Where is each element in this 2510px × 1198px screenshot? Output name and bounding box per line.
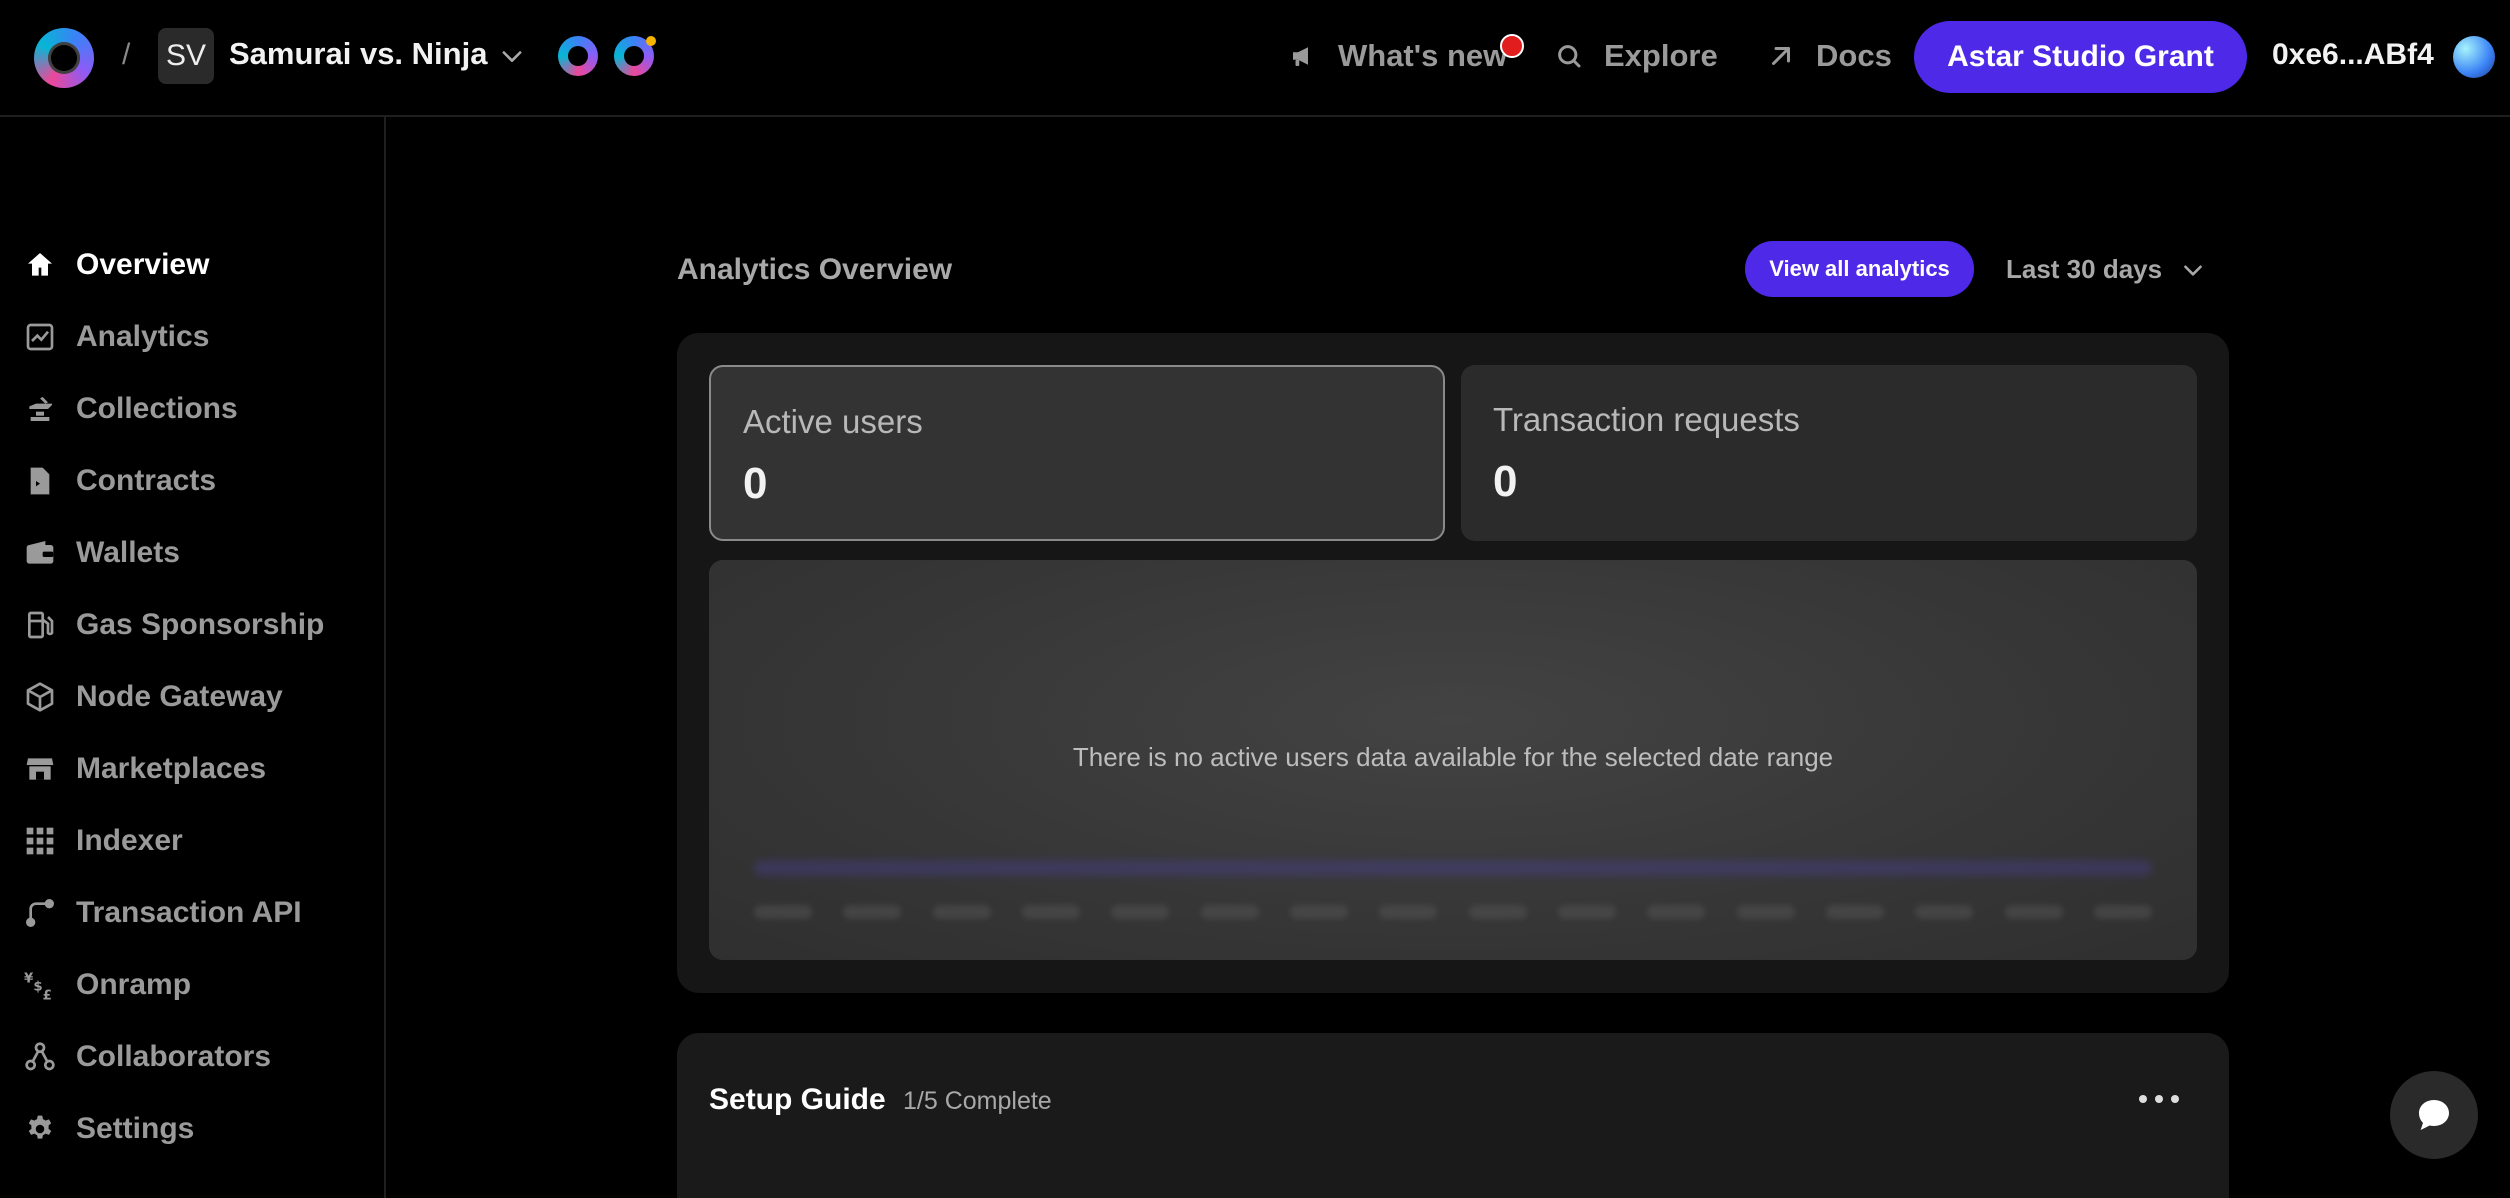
svg-text:$: $ <box>33 979 42 994</box>
sidebar-item-label: Overview <box>76 248 210 281</box>
stat-value: 0 <box>1493 457 1518 506</box>
active-users-chart: There is no active users data available … <box>709 560 2197 960</box>
sidebar-item-indexer[interactable]: Indexer <box>24 816 183 866</box>
route-icon <box>26 899 54 927</box>
contract-icon <box>30 467 50 495</box>
sidebar-item-label: Collaborators <box>76 1040 272 1073</box>
sidebar-item-label: Transaction API <box>76 896 302 929</box>
sidebar-item-label: Wallets <box>76 536 180 569</box>
sidebar-item-analytics[interactable]: Analytics <box>24 312 209 362</box>
project-avatar[interactable]: SV <box>158 28 214 84</box>
sidebar-item-label: Node Gateway <box>76 680 283 713</box>
anvil-icon <box>29 397 52 421</box>
notification-dot <box>1500 34 1524 58</box>
setup-guide-progress: 1/5 Complete <box>903 1087 1052 1115</box>
docs-link[interactable]: Docs <box>1766 38 1892 74</box>
sidebar-item-label: Settings <box>76 1112 195 1145</box>
megaphone-icon <box>1293 47 1308 66</box>
setup-guide-title: Setup Guide <box>709 1083 886 1116</box>
sidebar-item-label: Collections <box>76 392 238 425</box>
sidebar-item-contracts[interactable]: Contracts <box>24 456 216 506</box>
stat-label: Transaction requests <box>1493 401 1800 438</box>
chart-placeholder-line <box>754 860 2152 876</box>
stat-value: 0 <box>743 459 768 508</box>
wallet-icon <box>26 541 54 564</box>
explore-link[interactable]: Explore <box>1554 38 1718 74</box>
support-chat-button[interactable] <box>2390 1071 2478 1159</box>
svg-text:£: £ <box>43 989 52 1001</box>
date-range-select[interactable]: Last 30 days <box>2006 254 2206 285</box>
chevron-down-icon[interactable] <box>498 42 526 70</box>
sidebar-item-overview[interactable]: Overview <box>24 240 209 290</box>
sidebar-item-wallets[interactable]: Wallets <box>24 528 180 578</box>
gear-icon <box>28 1115 52 1139</box>
date-range-label: Last 30 days <box>2006 254 2163 284</box>
chat-bubble-icon <box>2419 1100 2449 1130</box>
chain-icon[interactable] <box>558 36 598 76</box>
sidebar-item-label: Onramp <box>76 968 192 1001</box>
sidebar-item-collections[interactable]: Collections <box>24 384 238 434</box>
chart-icon <box>26 323 54 351</box>
breadcrumb-separator: / <box>122 38 131 71</box>
sidebar-item-node-gateway[interactable]: Node Gateway <box>24 672 283 722</box>
currency-icon: ¥$£ <box>24 971 52 1001</box>
project-name[interactable]: Samurai vs. Ninja <box>229 36 487 72</box>
sidebar-item-label: Gas Sponsorship <box>76 608 325 641</box>
cube-icon <box>26 682 54 712</box>
sidebar-item-settings[interactable]: Settings <box>24 1104 194 1154</box>
grid-icon <box>26 827 54 855</box>
chevron-down-icon <box>2184 264 2202 276</box>
app-logo-icon[interactable] <box>34 28 94 88</box>
chart-empty-message: There is no active users data available … <box>1072 742 1834 772</box>
chain-icon-secondary[interactable] <box>614 36 656 76</box>
sidebar-item-label: Analytics <box>76 320 210 353</box>
analytics-panel: Active users 0 Transaction requests 0 Th… <box>677 333 2229 993</box>
analytics-overview-title: Analytics Overview <box>677 253 953 286</box>
sidebar-item-label: Contracts <box>76 464 217 497</box>
sidebar-item-onramp[interactable]: ¥ $ £ Onramp <box>24 960 191 1010</box>
sidebar-item-label: Marketplaces <box>76 752 267 785</box>
sidebar: Overview Analytics Collections Contracts… <box>0 117 386 1198</box>
docs-label: Docs <box>1816 38 1892 73</box>
fuel-icon <box>28 611 54 639</box>
top-bar: / SV Samurai vs. Ninja What's new Explor… <box>0 0 2510 117</box>
sidebar-item-label: Indexer <box>76 824 183 857</box>
collaborators-icon <box>25 1042 55 1071</box>
home-icon <box>28 253 52 276</box>
chart-placeholder-ticks <box>754 905 2152 919</box>
more-options-icon[interactable] <box>2139 1085 2179 1113</box>
active-users-card[interactable]: Active users 0 <box>709 365 1445 541</box>
wallet-address[interactable]: 0xe6...ABf4 <box>2272 38 2434 72</box>
setup-guide-card: Setup Guide 1/5 Complete <box>677 1033 2229 1198</box>
arrow-up-right-icon <box>1772 47 1790 65</box>
stat-label: Active users <box>743 403 923 440</box>
sidebar-item-collaborators[interactable]: Collaborators <box>24 1032 271 1082</box>
view-all-analytics-button[interactable]: View all analytics <box>1745 241 1974 297</box>
transaction-requests-card[interactable]: Transaction requests 0 <box>1461 365 2197 541</box>
wallet-avatar[interactable] <box>2453 36 2495 78</box>
chain-status-dot <box>646 36 656 46</box>
astar-studio-grant-button[interactable]: Astar Studio Grant <box>1914 21 2247 93</box>
explore-label: Explore <box>1604 38 1718 73</box>
storefront-icon <box>26 758 54 780</box>
whats-new-label: What's new <box>1338 38 1508 73</box>
sidebar-item-transaction-api[interactable]: Transaction API <box>24 888 302 938</box>
sidebar-item-marketplaces[interactable]: Marketplaces <box>24 744 266 794</box>
sidebar-item-gas-sponsorship[interactable]: Gas Sponsorship <box>24 600 324 650</box>
whats-new-link[interactable]: What's new <box>1288 38 1507 74</box>
search-icon <box>1558 45 1581 68</box>
